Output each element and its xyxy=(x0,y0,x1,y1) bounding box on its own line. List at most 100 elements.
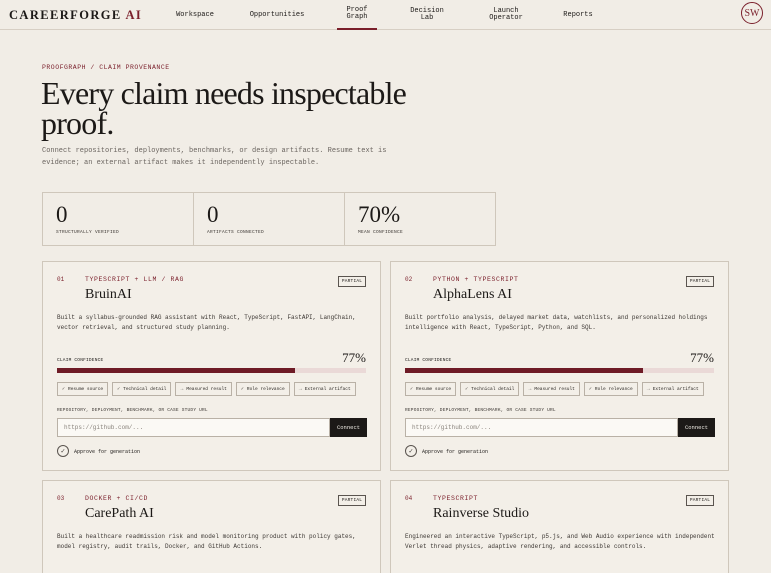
repo-url-label: REPOSITORY, DEPLOYMENT, BENCHMARK, OR CA… xyxy=(57,408,208,413)
chip-resume-source[interactable]: ✓ Resume source xyxy=(57,382,109,396)
confidence-label: CLAIM CONFIDENCE xyxy=(57,358,104,363)
stat-label: ARTIFACTS CONNECTED xyxy=(207,230,265,235)
project-card: 03 DOCKER + CI/CD PARTIAL CarePath AI Bu… xyxy=(42,480,381,573)
chip-measured-result[interactable]: → Measured result xyxy=(175,382,232,396)
confidence-bar xyxy=(405,368,714,373)
stats-panel: 0 STRUCTURALLY VERIFIED 0 ARTIFACTS CONN… xyxy=(42,192,496,246)
chip-label: Resume source xyxy=(68,386,104,392)
status-badge: PARTIAL xyxy=(338,276,366,287)
approve-checkbox[interactable]: ✓ xyxy=(57,445,69,457)
card-title: Rainverse Studio xyxy=(433,506,530,521)
card-title: AlphaLens AI xyxy=(433,287,512,302)
card-description: Built a healthcare readmission risk and … xyxy=(57,533,356,550)
check-icon: ✓ xyxy=(117,386,121,392)
evidence-chips: ✓ Resume source ✓ Technical detail → Measur… xyxy=(405,382,704,396)
chip-label: External artifact xyxy=(652,386,699,392)
nav-launch-operator-label: Launch Operator xyxy=(489,7,523,22)
repo-url-label: REPOSITORY, DEPLOYMENT, BENCHMARK, OR CA… xyxy=(405,408,556,413)
nav-reports[interactable]: Reports xyxy=(558,0,598,30)
top-nav: CAREERFORGE AI Workspace Opportunities P… xyxy=(0,0,771,30)
chip-label: Measured result xyxy=(186,386,227,392)
arrow-right-icon: → xyxy=(528,386,532,392)
confidence-label: CLAIM CONFIDENCE xyxy=(405,358,452,363)
card-description: Built portfolio analysis, delayed market… xyxy=(405,314,708,331)
breadcrumb: PROOFGRAPH / CLAIM PROVENANCE xyxy=(42,64,170,71)
chip-label: Technical detail xyxy=(471,386,515,392)
status-badge: PARTIAL xyxy=(338,495,366,506)
chip-label: External artifact xyxy=(304,386,351,392)
chip-label: Measured result xyxy=(534,386,575,392)
chip-technical-detail[interactable]: ✓ Technical detail xyxy=(112,382,172,396)
nav-decision-lab[interactable]: Decision Lab xyxy=(404,0,450,30)
repo-url-input[interactable] xyxy=(405,418,678,437)
chip-label: Resume source xyxy=(416,386,452,392)
chip-external-artifact[interactable]: → External artifact xyxy=(293,382,356,396)
repo-url-input[interactable] xyxy=(57,418,330,437)
check-icon: ✓ xyxy=(588,386,592,392)
page-subtitle: Connect repositories, deployments, bench… xyxy=(42,147,387,167)
confidence-fill xyxy=(405,368,643,373)
arrow-right-icon: → xyxy=(646,386,650,392)
nav-workspace[interactable]: Workspace xyxy=(168,0,222,30)
stat-label: MEAN CONFIDENCE xyxy=(358,230,404,235)
project-card: 02 PYTHON + TYPESCRIPT PARTIAL AlphaLens… xyxy=(390,261,729,471)
stat-value: 70% xyxy=(358,202,401,227)
check-icon: ✓ xyxy=(408,447,414,456)
nav-opportunities[interactable]: Opportunities xyxy=(244,0,310,30)
card-description: Built a syllabus-grounded RAG assistant … xyxy=(57,314,356,331)
brand-name: CAREERFORGE xyxy=(9,8,122,22)
stat-verified: 0 STRUCTURALLY VERIFIED xyxy=(43,193,193,245)
card-number: 04 xyxy=(405,495,413,502)
user-avatar[interactable]: SW xyxy=(741,2,763,24)
check-icon: ✓ xyxy=(410,386,414,392)
nav-launch-operator[interactable]: Launch Operator xyxy=(482,0,530,30)
stat-confidence: 70% MEAN CONFIDENCE xyxy=(344,193,495,245)
evidence-chips: ✓ Resume source ✓ Technical detail → Measur… xyxy=(57,382,356,396)
brand-logo[interactable]: CAREERFORGE AI xyxy=(9,8,142,23)
connect-button[interactable]: Connect xyxy=(330,418,367,437)
chip-label: Role relevance xyxy=(594,386,633,392)
card-stack: DOCKER + CI/CD xyxy=(85,495,149,502)
confidence-value: 77% xyxy=(342,350,366,365)
confidence-fill xyxy=(57,368,295,373)
chip-technical-detail[interactable]: ✓ Technical detail xyxy=(460,382,520,396)
nav-decision-lab-label: Decision Lab xyxy=(410,7,444,22)
chip-label: Technical detail xyxy=(123,386,167,392)
card-number: 02 xyxy=(405,276,413,283)
card-title: BruinAI xyxy=(85,287,132,302)
check-icon: ✓ xyxy=(240,386,244,392)
status-badge: PARTIAL xyxy=(686,276,714,287)
project-card: 01 TYPESCRIPT + LLM / RAG PARTIAL BruinA… xyxy=(42,261,381,471)
confidence-value: 77% xyxy=(690,350,714,365)
connect-button[interactable]: Connect xyxy=(678,418,715,437)
nav-proof-graph-label: Proof Graph xyxy=(346,6,368,21)
nav-proof-graph[interactable]: Proof Graph xyxy=(337,0,377,30)
page-title: Every claim needs inspectable proof. xyxy=(41,75,407,141)
chip-resume-source[interactable]: ✓ Resume source xyxy=(405,382,457,396)
status-badge: PARTIAL xyxy=(686,495,714,506)
stat-artifacts: 0 ARTIFACTS CONNECTED xyxy=(193,193,344,245)
stat-value: 0 xyxy=(56,202,68,227)
chip-external-artifact[interactable]: → External artifact xyxy=(641,382,704,396)
chip-role-relevance[interactable]: ✓ Role relevance xyxy=(583,382,638,396)
project-card: 04 TYPESCRIPT PARTIAL Rainverse Studio E… xyxy=(390,480,729,573)
check-icon: ✓ xyxy=(465,386,469,392)
chip-role-relevance[interactable]: ✓ Role relevance xyxy=(235,382,290,396)
nav-workspace-label: Workspace xyxy=(176,10,214,19)
card-number: 03 xyxy=(57,495,65,502)
approve-checkbox[interactable]: ✓ xyxy=(405,445,417,457)
card-description: Engineered an interactive TypeScript, p5… xyxy=(405,533,715,550)
card-stack: TYPESCRIPT xyxy=(433,495,479,502)
card-title: CarePath AI xyxy=(85,506,154,521)
arrow-right-icon: → xyxy=(180,386,184,392)
chip-measured-result[interactable]: → Measured result xyxy=(523,382,580,396)
nav-opportunities-label: Opportunities xyxy=(249,10,305,19)
check-icon: ✓ xyxy=(62,386,66,392)
card-number: 01 xyxy=(57,276,65,283)
card-stack: PYTHON + TYPESCRIPT xyxy=(433,276,519,283)
brand-suffix: AI xyxy=(125,8,143,22)
chip-label: Role relevance xyxy=(246,386,285,392)
stat-value: 0 xyxy=(207,202,219,227)
check-icon: ✓ xyxy=(60,447,66,456)
card-stack: TYPESCRIPT + LLM / RAG xyxy=(85,276,185,283)
